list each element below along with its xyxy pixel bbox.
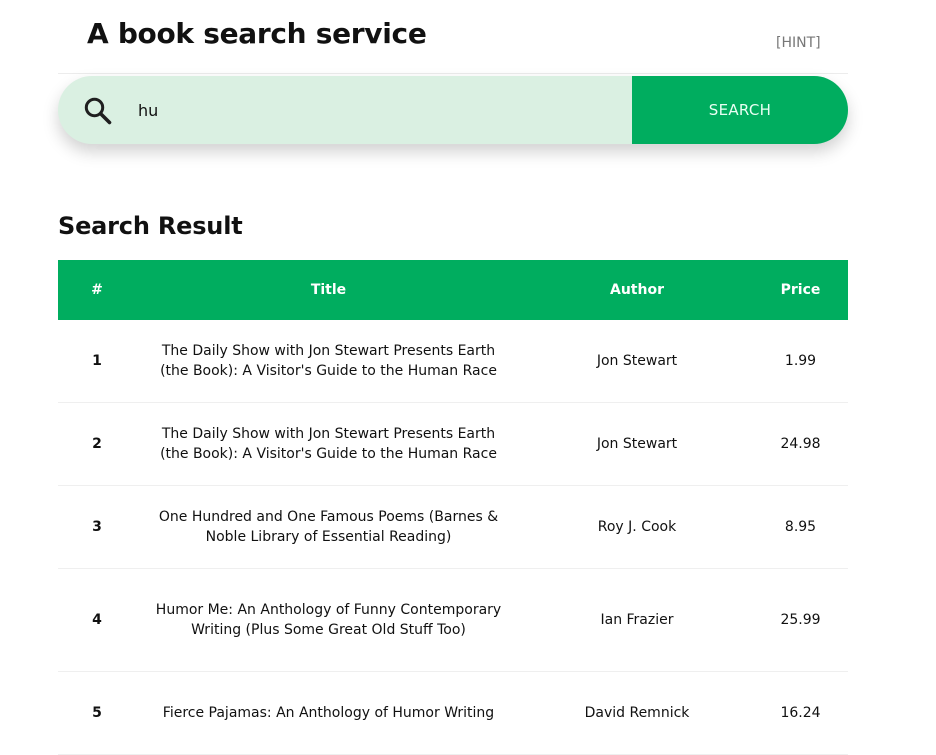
- search-button[interactable]: SEARCH: [632, 76, 848, 144]
- book-title: One Hundred and One Famous Poems (Barnes…: [136, 485, 521, 569]
- book-price: 8.95: [753, 485, 848, 569]
- row-index: 2: [58, 402, 136, 486]
- search-icon: [84, 97, 112, 125]
- book-price: 25.99: [753, 568, 848, 672]
- row-index: 4: [58, 568, 136, 672]
- book-author: David Remnick: [521, 671, 753, 755]
- book-author: Ian Frazier: [521, 568, 753, 672]
- book-title: Fierce Pajamas: An Anthology of Humor Wr…: [136, 671, 521, 755]
- column-header-price: Price: [753, 260, 848, 320]
- search-bar: SEARCH: [58, 76, 848, 144]
- book-author: Roy J. Cook: [521, 485, 753, 569]
- table-row[interactable]: 1 The Daily Show with Jon Stewart Presen…: [58, 320, 848, 403]
- page: A book search service [HINT] SEARCH Sear…: [0, 0, 936, 755]
- column-header-index: #: [58, 260, 136, 320]
- book-price: 16.24: [753, 671, 848, 755]
- book-author: Jon Stewart: [521, 402, 753, 486]
- hint-link[interactable]: [HINT]: [776, 34, 821, 52]
- table-row[interactable]: 3 One Hundred and One Famous Poems (Barn…: [58, 485, 848, 569]
- row-index: 1: [58, 320, 136, 403]
- book-title: Humor Me: An Anthology of Funny Contempo…: [136, 568, 521, 672]
- page-title: A book search service: [87, 17, 427, 50]
- table-header-row: # Title Author Price: [58, 260, 848, 320]
- book-price: 1.99: [753, 320, 848, 403]
- table-row[interactable]: 5 Fierce Pajamas: An Anthology of Humor …: [58, 671, 848, 755]
- search-result-heading: Search Result: [58, 212, 243, 240]
- row-index: 3: [58, 485, 136, 569]
- book-title: The Daily Show with Jon Stewart Presents…: [136, 320, 521, 403]
- column-header-author: Author: [521, 260, 753, 320]
- row-index: 5: [58, 671, 136, 755]
- book-price: 24.98: [753, 402, 848, 486]
- search-input[interactable]: [138, 76, 618, 144]
- table-row[interactable]: 4 Humor Me: An Anthology of Funny Contem…: [58, 568, 848, 672]
- column-header-title: Title: [136, 260, 521, 320]
- table-row[interactable]: 2 The Daily Show with Jon Stewart Presen…: [58, 402, 848, 486]
- book-author: Jon Stewart: [521, 320, 753, 403]
- header-divider: [58, 73, 848, 74]
- results-table: # Title Author Price 1 The Daily Show wi…: [58, 260, 848, 755]
- book-title: The Daily Show with Jon Stewart Presents…: [136, 402, 521, 486]
